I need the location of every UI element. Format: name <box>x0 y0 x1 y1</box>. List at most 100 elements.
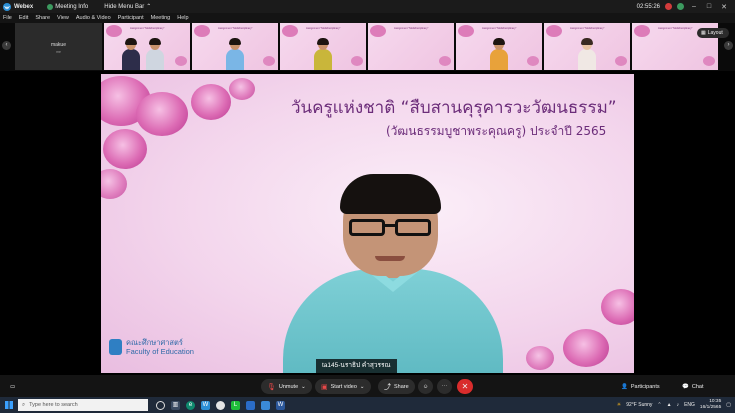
notification-icon[interactable]: ▢ <box>726 402 731 408</box>
menu-help[interactable]: Help <box>177 15 188 21</box>
participant-figure <box>314 38 332 70</box>
orchid-decoration <box>634 25 650 37</box>
faculty-logo: คณะศึกษาศาสตร์ Faculty of Education <box>109 338 194 356</box>
minimize-button[interactable]: – <box>689 3 699 10</box>
orchid-decoration <box>282 25 298 37</box>
orchid-decoration <box>175 56 187 66</box>
system-tray: ☀ 92°F Sunny ⌃ ▲ ♪ ENG 10:35 16/1/2565 ▢ <box>617 397 731 413</box>
leave-meeting-button[interactable]: ✕ <box>457 379 473 394</box>
network-icon[interactable]: ▲ <box>667 402 672 408</box>
menu-meeting[interactable]: Meeting <box>151 15 171 21</box>
file-app-icon[interactable] <box>246 400 255 410</box>
menu-audio-video[interactable]: Audio & Video <box>76 15 111 21</box>
more-dots-icon: ⋯ <box>441 383 448 390</box>
cortana-icon[interactable] <box>156 400 165 410</box>
chrome-icon[interactable] <box>216 400 225 410</box>
weather-sun-icon: ☀ <box>616 402 622 408</box>
self-label: me <box>56 50 61 54</box>
connection-status-icon <box>677 3 684 10</box>
self-video-tile[interactable]: makue me <box>15 23 102 70</box>
menu-share[interactable]: Share <box>35 15 50 21</box>
weather-text[interactable]: 92°F Sunny <box>626 402 652 408</box>
participant-tile[interactable]: Assignment "Multidisciplinary" <box>104 23 190 70</box>
hide-menu-bar-label: Hide Menu Bar <box>104 3 145 10</box>
orchid-decoration <box>601 289 634 325</box>
tile-slide-title: Assignment "Multidisciplinary" <box>570 27 605 30</box>
strip-next-button[interactable]: › <box>724 41 733 50</box>
chat-button[interactable]: 💬 Chat <box>682 379 703 394</box>
participant-tile[interactable]: Assignment "Multidisciplinary" <box>192 23 278 70</box>
unmute-label: Unmute <box>278 383 299 390</box>
webex-logo-icon <box>3 2 11 11</box>
layout-button[interactable]: ▦ Layout <box>697 28 729 38</box>
participant-tile[interactable]: Assignment "Multidisciplinary" <box>456 23 542 70</box>
participant-figure <box>146 38 164 70</box>
close-icon: ✕ <box>461 382 469 391</box>
menu-participant[interactable]: Participant <box>118 15 144 21</box>
orchid-decoration <box>101 169 127 199</box>
orchid-decoration <box>191 84 231 120</box>
orchid-decoration <box>136 92 188 136</box>
zoom-icon[interactable] <box>261 400 270 410</box>
smiley-icon: ☺ <box>422 383 429 390</box>
orchid-decoration <box>527 56 539 66</box>
orchid-decoration <box>106 25 122 37</box>
meeting-timer: 02:55:26 <box>636 3 660 10</box>
microphone-muted-icon: 🎙 <box>267 383 276 391</box>
recording-indicator-icon <box>665 3 672 10</box>
search-placeholder: Type here to search <box>29 402 78 408</box>
tray-chevron-icon[interactable]: ⌃ <box>657 402 661 408</box>
participant-tile[interactable]: Assignment "Multidisciplinary" <box>368 23 454 70</box>
strip-prev-button[interactable]: ‹ <box>2 41 11 50</box>
line-icon[interactable]: L <box>231 400 240 410</box>
chat-icon: 💬 <box>682 383 689 390</box>
participant-tile[interactable]: Assignment "Multidisciplinary" <box>280 23 366 70</box>
start-video-button[interactable]: ▣ Start video ⌄ <box>315 379 371 394</box>
slide-title: วันครูแห่งชาติ “สืบสานคุรุคารวะวัฒนธรรม” <box>291 98 617 118</box>
participant-figure <box>122 38 140 70</box>
chat-label: Chat <box>691 383 704 390</box>
tile-slide-title: Assignment "Multidisciplinary" <box>394 27 429 30</box>
volume-icon[interactable]: ♪ <box>677 402 680 408</box>
title-bar: Webex Meeting Info Hide Menu Bar ⌃ 02:55… <box>0 0 735 13</box>
edge-icon[interactable]: e <box>186 400 195 410</box>
taskbar-pinned-apps: ▥ e W L W <box>156 400 285 410</box>
meeting-info-label: Meeting Info <box>55 3 89 10</box>
task-view-icon[interactable]: ▥ <box>171 400 180 410</box>
language-indicator[interactable]: ENG <box>684 402 695 408</box>
faculty-name-en: Faculty of Education <box>126 347 194 356</box>
taskbar-clock[interactable]: 10:35 16/1/2565 <box>700 399 721 411</box>
orchid-decoration <box>370 25 386 37</box>
menu-edit[interactable]: Edit <box>19 15 28 21</box>
chevron-down-icon: ⌄ <box>301 383 306 390</box>
share-button[interactable]: ⤴ Share <box>378 379 415 394</box>
unmute-button[interactable]: 🎙 Unmute ⌄ <box>261 379 312 394</box>
participant-figure <box>490 38 508 70</box>
participant-tile[interactable]: Assignment "Multidisciplinary" <box>544 23 630 70</box>
menu-file[interactable]: File <box>3 15 12 21</box>
tile-slide-title: Assignment "Multidisciplinary" <box>482 27 517 30</box>
hide-menu-bar-button[interactable]: Hide Menu Bar ⌃ <box>104 3 152 11</box>
orchid-decoration <box>703 56 715 66</box>
reactions-button[interactable]: ☺ <box>418 379 433 394</box>
windows-logo-icon <box>5 401 13 409</box>
close-window-button[interactable]: ✕ <box>719 3 729 11</box>
menu-view[interactable]: View <box>57 15 69 21</box>
tile-slide-title: Assignment "Multidisciplinary" <box>130 27 165 30</box>
tile-slide-title: Assignment "Multidisciplinary" <box>306 27 341 30</box>
webex-taskbar-icon[interactable]: W <box>201 400 210 410</box>
maximize-button[interactable]: □ <box>704 3 714 10</box>
participants-button[interactable]: 👤 Participants <box>621 379 660 394</box>
start-button[interactable] <box>0 397 18 413</box>
layout-grid-icon: ▦ <box>701 30 706 36</box>
orchid-decoration <box>526 346 554 370</box>
chevron-up-icon: ⌃ <box>146 4 152 10</box>
orchid-decoration <box>351 56 363 66</box>
chevron-left-icon: ‹ <box>5 42 8 48</box>
more-options-button[interactable]: ⋯ <box>437 379 452 394</box>
meeting-control-bar: ▭ 🎙 Unmute ⌄ ▣ Start video ⌄ ⤴ Share ☺ ⋯… <box>0 375 735 397</box>
meeting-info-button[interactable]: Meeting Info <box>47 3 89 10</box>
captions-button[interactable]: ▭ <box>10 379 15 394</box>
taskbar-search-input[interactable]: ⌕ Type here to search <box>18 399 148 411</box>
word-icon[interactable]: W <box>276 400 285 410</box>
